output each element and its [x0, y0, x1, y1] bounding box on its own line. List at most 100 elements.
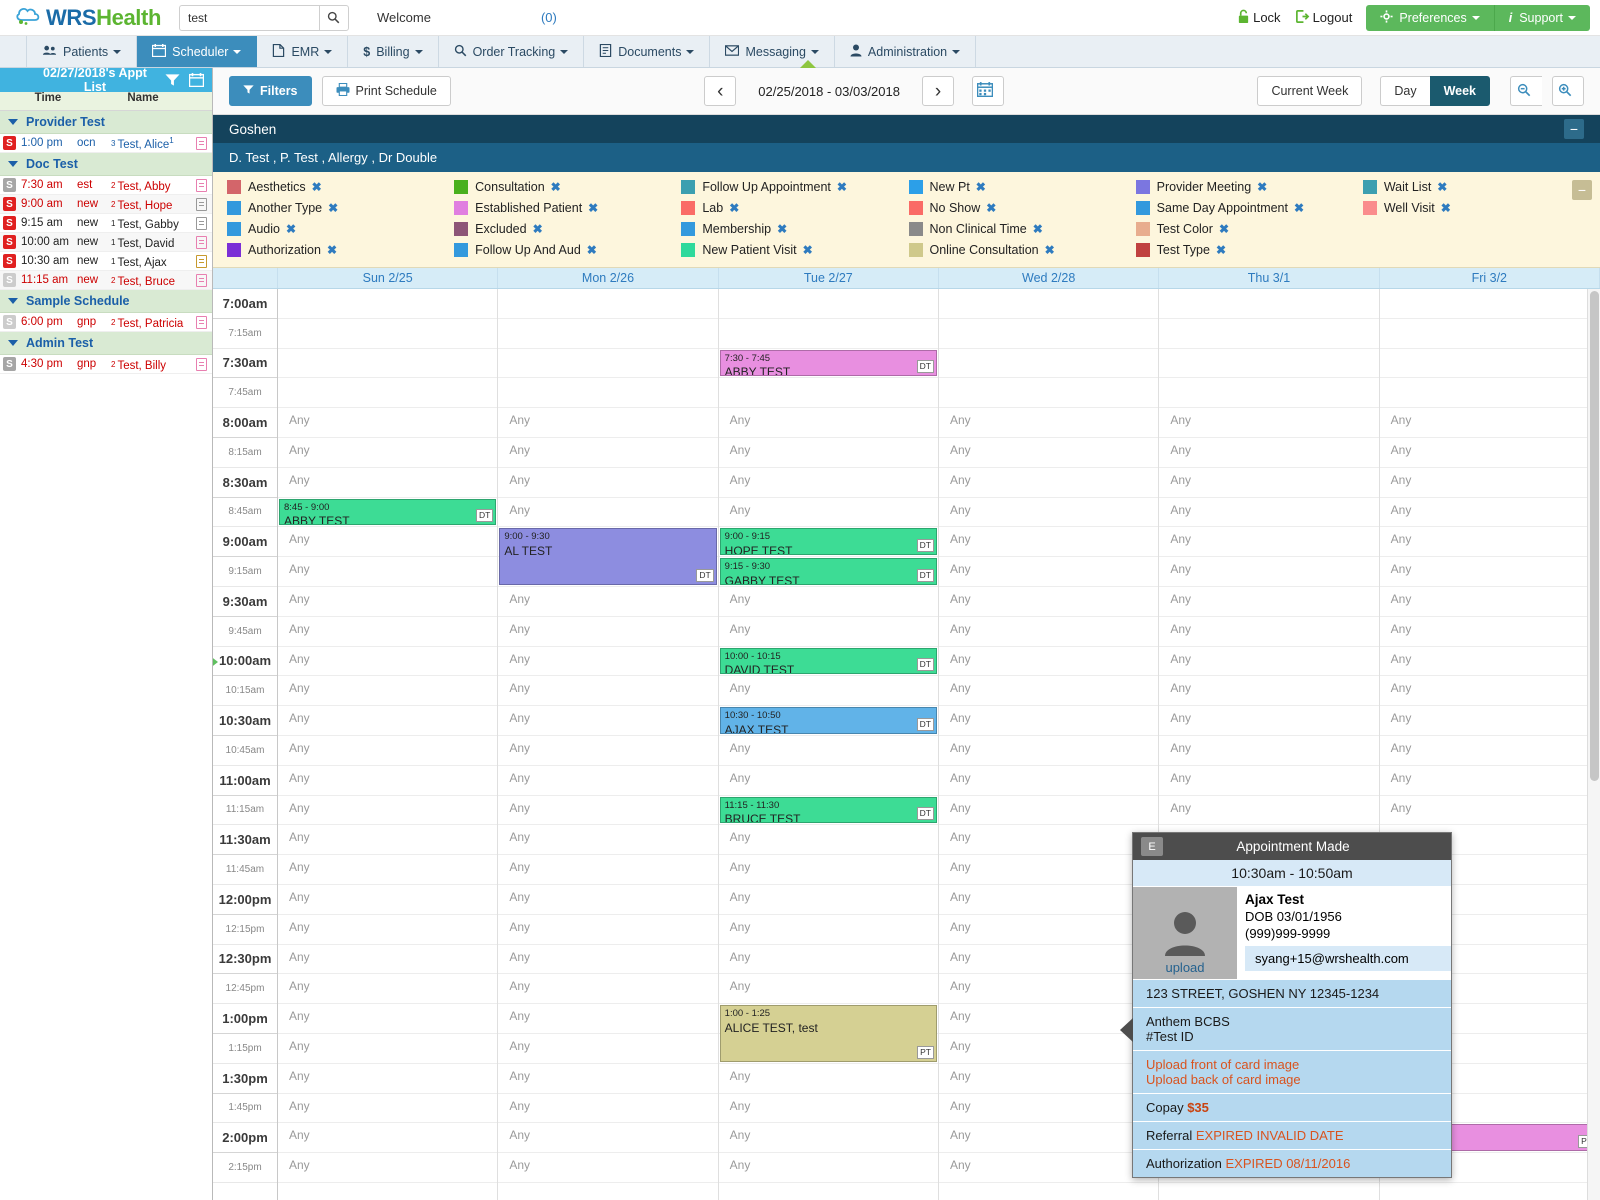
calendar-slot[interactable]: Any — [939, 408, 1158, 438]
calendar-slot[interactable]: Any — [939, 855, 1158, 885]
day-header[interactable]: Sun 2/25 — [278, 268, 498, 288]
remove-legend-icon[interactable]: ✖ — [1033, 222, 1043, 236]
calendar-slot[interactable]: Any — [278, 1153, 497, 1183]
search-input[interactable] — [179, 5, 319, 31]
calendar-slot[interactable]: Any — [1159, 587, 1378, 617]
calendar-slot[interactable]: Any — [498, 855, 717, 885]
note-icon[interactable] — [196, 137, 207, 150]
calendar-slot[interactable]: Any — [939, 468, 1158, 498]
appt-list-row[interactable]: S4:30 pmgnp2Test, Billy — [0, 355, 212, 374]
calendar-slot[interactable]: Any — [1380, 736, 1599, 766]
billing-status-badge[interactable]: S — [3, 216, 16, 230]
remove-legend-icon[interactable]: ✖ — [533, 222, 543, 236]
calendar-slot[interactable] — [278, 319, 497, 349]
legend-item[interactable]: Follow Up Appointment✖ — [681, 180, 904, 194]
calendar-slot[interactable]: Any — [939, 676, 1158, 706]
calendar-slot[interactable]: Any — [278, 945, 497, 975]
date-picker-button[interactable] — [972, 76, 1004, 106]
legend-item[interactable]: New Patient Visit✖ — [681, 243, 904, 257]
remove-legend-icon[interactable]: ✖ — [986, 201, 996, 215]
calendar-slot[interactable]: Any — [719, 915, 938, 945]
calendar-slot[interactable]: Any — [939, 587, 1158, 617]
calendar-slot[interactable]: Any — [719, 1064, 938, 1094]
calendar-slot[interactable]: Any — [278, 1094, 497, 1124]
appt-list-row[interactable]: S9:15 amnew1Test, Gabby — [0, 214, 212, 233]
day-header[interactable]: Tue 2/27 — [719, 268, 939, 288]
billing-status-badge[interactable]: S — [3, 254, 16, 268]
legend-item[interactable]: Non Clinical Time✖ — [909, 222, 1132, 236]
day-header[interactable]: Mon 2/26 — [498, 268, 718, 288]
calendar-slot[interactable]: Any — [719, 498, 938, 528]
calendar-slot[interactable]: Any — [278, 676, 497, 706]
calendar-slot[interactable]: Any — [719, 617, 938, 647]
calendar-slot[interactable] — [939, 289, 1158, 319]
calendar-slot[interactable]: Any — [1159, 676, 1378, 706]
calendar-slot[interactable]: Any — [278, 587, 497, 617]
calendar-slot[interactable]: Any — [278, 1064, 497, 1094]
calendar-slot[interactable]: Any — [719, 1153, 938, 1183]
calendar-slot[interactable] — [498, 349, 717, 379]
print-schedule-button[interactable]: Print Schedule — [322, 76, 451, 106]
calendar-slot[interactable]: Any — [498, 676, 717, 706]
calendar-slot[interactable]: Any — [278, 796, 497, 826]
calendar-slot[interactable]: Any — [1380, 438, 1599, 468]
calendar-slot[interactable]: Any — [719, 974, 938, 1004]
calendar-slot[interactable] — [1159, 289, 1378, 319]
appointment-block[interactable]: 9:15 - 9:30GABBY TESTDT — [720, 558, 937, 585]
calendar-slot[interactable]: Any — [278, 468, 497, 498]
appt-patient-name[interactable]: Test, Alice1 — [117, 136, 196, 151]
billing-status-badge[interactable]: S — [3, 197, 16, 211]
calendar-slot[interactable]: Any — [278, 915, 497, 945]
next-week-button[interactable]: › — [922, 76, 954, 106]
legend-item[interactable]: Test Type✖ — [1136, 243, 1359, 257]
calendar-slot[interactable]: Any — [939, 766, 1158, 796]
zoom-in-button[interactable] — [1552, 76, 1584, 106]
remove-legend-icon[interactable]: ✖ — [286, 222, 296, 236]
calendar-slot[interactable]: Any — [939, 438, 1158, 468]
calendar-slot[interactable]: Any — [719, 945, 938, 975]
day-header[interactable]: Thu 3/1 — [1159, 268, 1379, 288]
day-header[interactable]: Fri 3/2 — [1380, 268, 1600, 288]
calendar-slot[interactable] — [278, 349, 497, 379]
appt-list-row[interactable]: S10:00 amnew1Test, David — [0, 233, 212, 252]
remove-legend-icon[interactable]: ✖ — [803, 243, 813, 257]
calendar-slot[interactable] — [498, 319, 717, 349]
legend-item[interactable]: New Pt✖ — [909, 180, 1132, 194]
calendar-slot[interactable]: Any — [1159, 766, 1378, 796]
previous-week-button[interactable]: ‹ — [704, 76, 736, 106]
appt-patient-name[interactable]: Test, Ajax — [117, 254, 196, 269]
legend-item[interactable]: Membership✖ — [681, 222, 904, 236]
calendar-slot[interactable] — [278, 378, 497, 408]
legend-item[interactable]: Audio✖ — [227, 222, 450, 236]
remove-legend-icon[interactable]: ✖ — [551, 180, 561, 194]
calendar-slot[interactable]: Any — [498, 408, 717, 438]
calendar-slot[interactable] — [719, 289, 938, 319]
remove-legend-icon[interactable]: ✖ — [1257, 180, 1267, 194]
remove-legend-icon[interactable]: ✖ — [729, 201, 739, 215]
remove-legend-icon[interactable]: ✖ — [837, 180, 847, 194]
legend-item[interactable]: Established Patient✖ — [454, 201, 677, 215]
calendar-slot[interactable]: Any — [939, 1094, 1158, 1124]
legend-item[interactable]: Lab✖ — [681, 201, 904, 215]
appt-group-header[interactable]: Provider Test — [0, 111, 212, 134]
calendar-slot[interactable]: Any — [278, 408, 497, 438]
billing-status-badge[interactable]: S — [3, 235, 16, 249]
calendar-slot[interactable]: Any — [939, 974, 1158, 1004]
nav-item-messaging[interactable]: Messaging — [710, 36, 834, 67]
calendar-slot[interactable]: Any — [498, 1094, 717, 1124]
calendar-slot[interactable]: Any — [498, 1123, 717, 1153]
legend-item[interactable]: Test Color✖ — [1136, 222, 1359, 236]
appointment-detail-popup[interactable]: E Appointment Made 10:30am - 10:50am upl… — [1132, 832, 1452, 1178]
appt-group-header[interactable]: Admin Test — [0, 332, 212, 355]
calendar-slot[interactable] — [278, 289, 497, 319]
calendar-slot[interactable]: Any — [278, 1034, 497, 1064]
calendar-slot[interactable]: Any — [939, 498, 1158, 528]
collapse-legend-button[interactable]: − — [1572, 180, 1592, 200]
support-button[interactable]: i Support — [1494, 5, 1590, 31]
legend-item[interactable]: Another Type✖ — [227, 201, 450, 215]
remove-legend-icon[interactable]: ✖ — [1045, 243, 1055, 257]
note-icon[interactable] — [196, 198, 207, 211]
calendar-slot[interactable]: Any — [1380, 766, 1599, 796]
calendar-picker-icon[interactable] — [189, 73, 204, 87]
calendar-slot[interactable]: Any — [278, 766, 497, 796]
